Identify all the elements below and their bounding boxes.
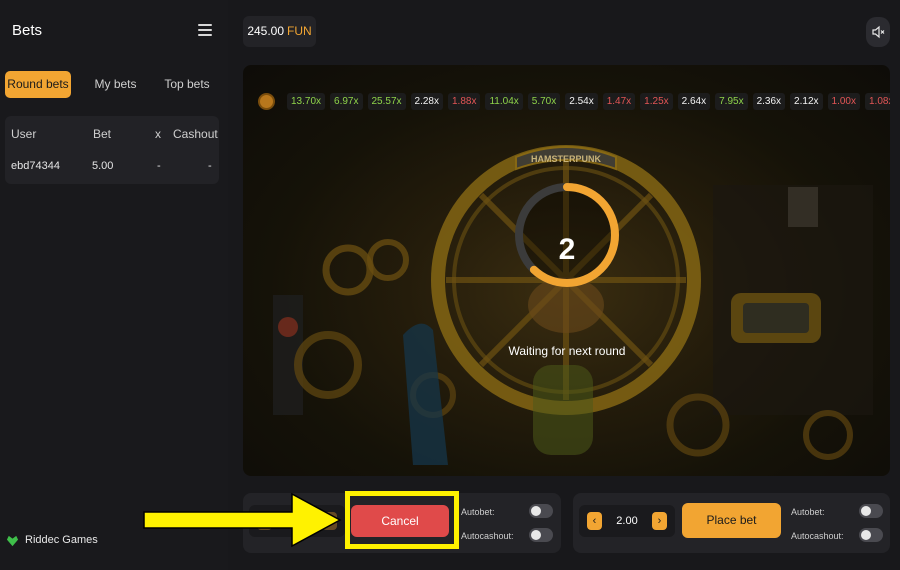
history-chip: 1.88x xyxy=(448,92,481,110)
table-header: User Bet x Cashout xyxy=(5,127,219,145)
bets-table: User Bet x Cashout ebd74344 5.00 - - xyxy=(5,116,219,184)
history-chip: 2.54x xyxy=(565,92,598,110)
autobet-label-left: Autobet: xyxy=(461,507,495,517)
history-chip: 2.64x xyxy=(677,92,711,110)
tab-round-bets[interactable]: Round bets xyxy=(5,71,71,98)
bet-panel-right: ‹ 2.00 › Place bet Autobet: Autocashout: xyxy=(573,493,890,553)
riddec-logo-icon xyxy=(6,535,19,546)
history-coin-icon[interactable] xyxy=(258,92,275,110)
tab-my-bets[interactable]: My bets xyxy=(76,71,155,98)
brand: Riddec Games xyxy=(6,532,98,548)
autocashout-toggle[interactable] xyxy=(859,528,883,542)
history-chip: 25.57x xyxy=(367,92,406,110)
history-chip: 1.47x xyxy=(602,92,636,110)
autocashout-label-left: Autocashout: xyxy=(461,531,514,541)
table-row: ebd74344 5.00 - - xyxy=(5,160,219,178)
sidebar-header: Bets xyxy=(12,22,216,42)
history-chip: 2.12x xyxy=(790,92,823,110)
game-area: HAMSTERPUNK 13.70x 6.97x 25.57x 2.28x 1.88x 1… xyxy=(243,65,890,476)
history-chip: 1.25x xyxy=(640,92,673,110)
bet-amount-value[interactable]: 2.00 xyxy=(607,505,647,537)
row-bet: 5.00 xyxy=(92,160,114,172)
history-chip: 5.70x xyxy=(527,92,561,110)
decrease-button[interactable]: ‹ xyxy=(587,512,602,530)
row-x: - xyxy=(157,160,161,172)
sidebar-title: Bets xyxy=(12,22,43,39)
autobet-toggle[interactable] xyxy=(859,504,883,518)
autocashout-label: Autocashout: xyxy=(791,531,844,541)
row-user: ebd74344 xyxy=(11,160,60,172)
sound-toggle[interactable] xyxy=(866,17,890,47)
annotation-arrow-icon xyxy=(143,492,342,548)
col-x: x xyxy=(155,127,161,141)
bet-amount-stepper[interactable]: ‹ 2.00 › xyxy=(579,505,675,537)
balance-currency: FUN xyxy=(287,24,312,38)
bets-sidebar: Bets Round bets My bets Top bets User Be… xyxy=(0,0,228,570)
col-user: User xyxy=(11,127,37,141)
brand-name: Riddec Games xyxy=(25,534,98,546)
history-chip: 1.00x xyxy=(827,92,860,110)
autocashout-toggle-left[interactable] xyxy=(529,528,553,542)
balance-display: 245.00 FUN xyxy=(243,16,316,47)
increase-button[interactable]: › xyxy=(652,512,667,530)
history-chip: 11.04x xyxy=(485,92,523,110)
history-chip: 13.70x xyxy=(287,92,326,110)
history-chip: 2.28x xyxy=(410,92,443,110)
balance-amount: 245.00 xyxy=(247,24,285,38)
place-bet-button[interactable]: Place bet xyxy=(682,503,781,538)
game-sign: HAMSTERPUNK xyxy=(531,154,602,164)
round-status: Waiting for next round xyxy=(508,344,626,358)
annotation-highlight xyxy=(345,491,459,549)
history-chip: 7.95x xyxy=(715,92,748,110)
history-list: 13.70x 6.97x 25.57x 2.28x 1.88x 11.04x 5.70x 2.… xyxy=(287,92,890,110)
mute-icon xyxy=(872,25,885,39)
tab-top-bets[interactable]: Top bets xyxy=(155,71,219,98)
history-chip: 6.97x xyxy=(330,92,363,110)
bets-tabs: Round bets My bets Top bets xyxy=(5,71,219,98)
autobet-toggle-left[interactable] xyxy=(529,504,553,518)
countdown-number: 2 xyxy=(558,233,576,266)
history-chip: 2.36x xyxy=(752,92,786,110)
multiplier-history: 13.70x 6.97x 25.57x 2.28x 1.88x 11.04x 5.70x 2.… xyxy=(258,91,890,111)
menu-icon[interactable] xyxy=(198,24,212,36)
col-cashout: Cashout xyxy=(173,127,218,141)
autobet-label: Autobet: xyxy=(791,507,825,517)
col-bet: Bet xyxy=(93,127,112,141)
row-cashout: - xyxy=(208,160,212,172)
history-chip: 1.08x xyxy=(864,92,890,110)
